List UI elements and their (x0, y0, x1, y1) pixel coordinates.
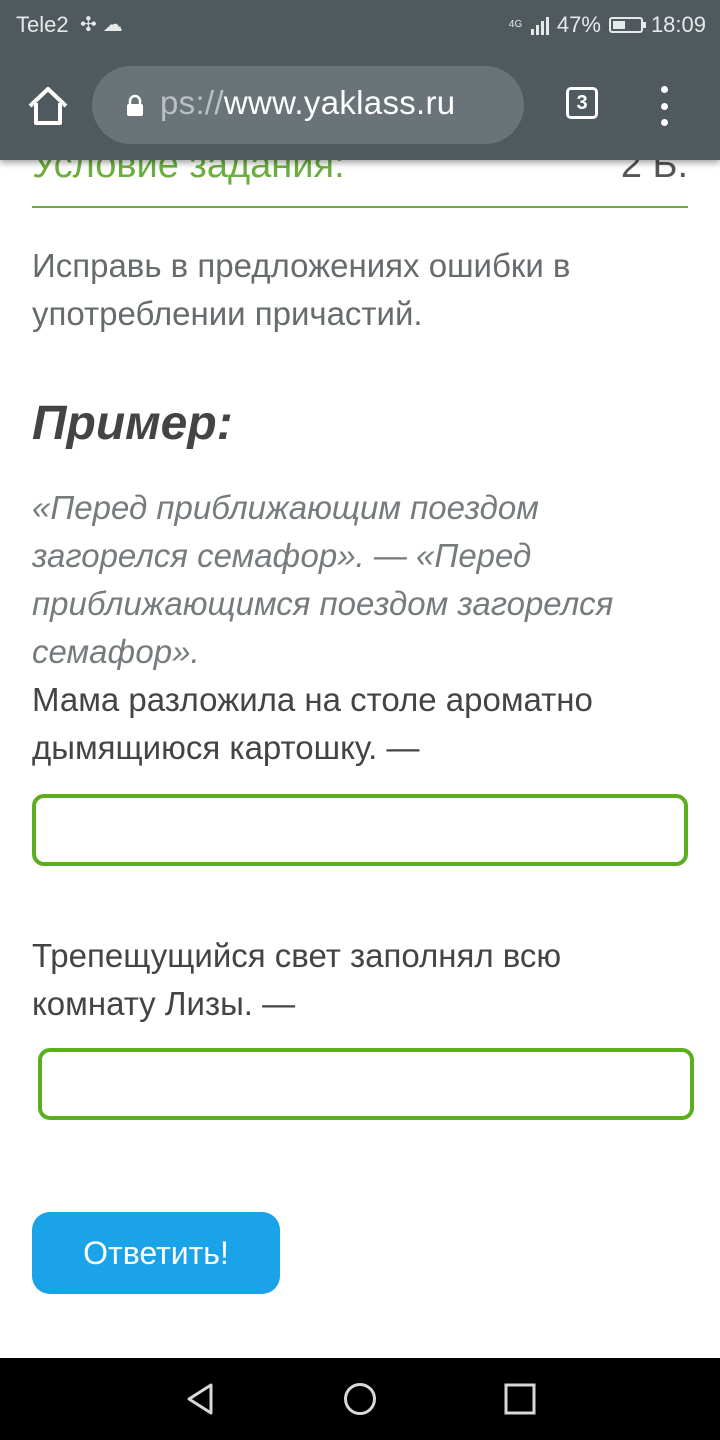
status-bar: Tele2 ✣ ☁ 4G 47% 18:09 (0, 0, 720, 50)
back-icon[interactable] (183, 1382, 217, 1416)
url-scheme: ps:// (160, 84, 224, 121)
sentence-1: Мама разложила на столе ароматно дымящию… (32, 681, 593, 766)
battery-icon (608, 17, 646, 33)
cloud-icon: ☁ (102, 14, 123, 36)
carrier-name: Tele2 (16, 12, 69, 37)
android-nav-bar (0, 1358, 720, 1440)
recents-icon[interactable] (503, 1382, 537, 1416)
address-bar[interactable]: ps://www.yaklass.ru (92, 66, 524, 144)
signal-icon (530, 15, 549, 35)
lock-icon (127, 94, 143, 116)
status-right: 4G 47% 18:09 (509, 12, 706, 38)
battery-percent: 47% (556, 12, 601, 37)
home-circle-icon[interactable] (343, 1382, 377, 1416)
example-heading: Пример: (32, 397, 233, 450)
home-icon[interactable] (26, 84, 70, 128)
submit-button[interactable]: Ответить! (32, 1212, 280, 1294)
url-text: ps://www.yaklass.ru (160, 84, 455, 122)
url-domain: www.yaklass.ru (223, 84, 456, 121)
clock: 18:09 (650, 12, 706, 37)
battery-level (612, 21, 625, 29)
sentence-2: Трепещущийся свет заполнял всю комнату Л… (32, 937, 562, 1022)
task-instruction: Исправь в предложениях ошибки в употребл… (32, 247, 571, 332)
browser-chrome: Tele2 ✣ ☁ 4G 47% 18:09 ps://www.yaklass.… (0, 0, 720, 160)
overflow-menu-icon[interactable] (652, 86, 676, 126)
tabs-icon[interactable]: 3 (566, 87, 598, 119)
notification-icons: ✣ ☁ (80, 12, 123, 37)
sync-icon: ✣ (80, 14, 97, 36)
answer-input-2[interactable] (38, 1048, 694, 1120)
example-text: «Перед приближающим поездом загорелся се… (32, 489, 614, 670)
network-type: 4G (508, 19, 523, 30)
answer-input-1[interactable] (32, 794, 688, 866)
